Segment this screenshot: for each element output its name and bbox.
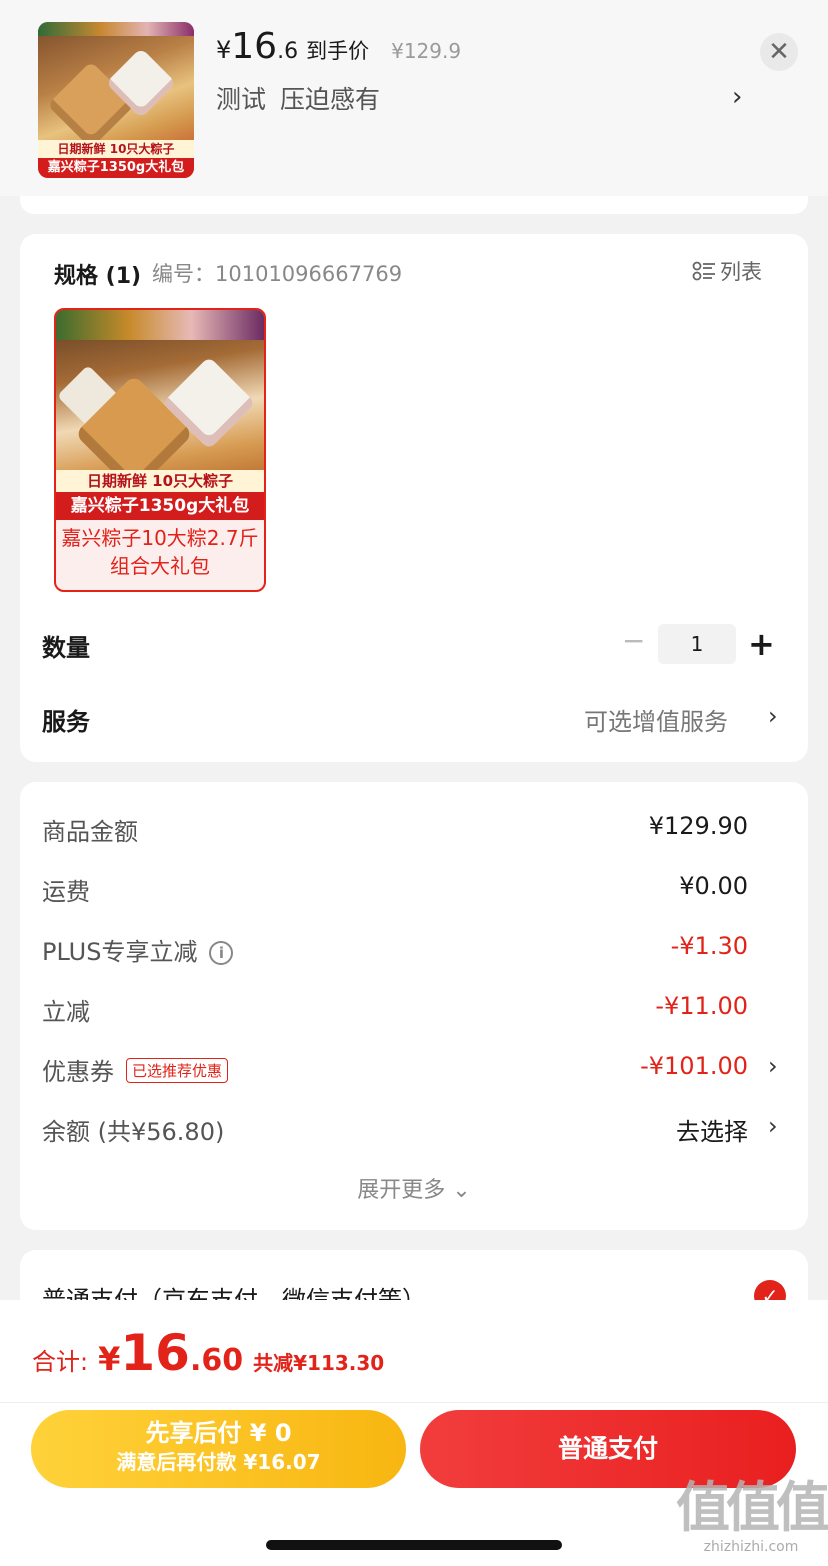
coupon-text: 优惠券 bbox=[42, 1058, 114, 1086]
chevron-right-icon[interactable]: › bbox=[732, 82, 742, 112]
plus-discount-label: PLUS专享立减 i bbox=[42, 932, 234, 967]
row-plus-discount: PLUS专享立减 i -¥1.30 bbox=[20, 928, 808, 968]
shipping-label: 运费 bbox=[42, 878, 90, 906]
spec-card: 规格 (1) 编号：10101096667769 列表 日期新鲜 10只大粽子 … bbox=[20, 234, 808, 762]
balance-select[interactable]: 去选择 bbox=[676, 1112, 748, 1147]
close-button[interactable]: ✕ bbox=[760, 33, 798, 71]
watermark-url: zhizhizhi.com bbox=[703, 1539, 799, 1555]
variant-image: 日期新鲜 10只大粽子 嘉兴粽子1350g大礼包 bbox=[56, 310, 264, 520]
list-toggle-label: 列表 bbox=[720, 260, 762, 284]
spec-title: 规格 (1) bbox=[54, 264, 142, 289]
variant-caption-1: 日期新鲜 10只大粽子 bbox=[56, 470, 264, 492]
service-selector[interactable]: 可选增值服务 bbox=[584, 702, 728, 737]
total-label: 合计: bbox=[32, 1348, 89, 1376]
price-integer: 16 bbox=[231, 26, 278, 67]
goods-amount-value: ¥129.90 bbox=[648, 812, 748, 840]
watermark: 值值值 zhizhizhi.com bbox=[676, 1476, 828, 1556]
plus-discount-value: -¥1.30 bbox=[670, 932, 748, 960]
total-integer: 16 bbox=[120, 1324, 190, 1382]
service-label: 服务 bbox=[42, 708, 90, 736]
total-saved: 共减¥113.30 bbox=[253, 1351, 385, 1375]
thumbnail-caption-1: 日期新鲜 10只大粽子 bbox=[38, 140, 194, 158]
chevron-right-icon[interactable]: › bbox=[768, 702, 778, 730]
divider bbox=[0, 1402, 828, 1403]
row-goods-amount: 商品金额 ¥129.90 bbox=[20, 808, 808, 848]
row-coupon[interactable]: 优惠券 已选推荐优惠 -¥101.00 › bbox=[20, 1048, 808, 1088]
product-header: 日期新鲜 10只大粽子 嘉兴粽子1350g大礼包 ¥16.6 到手价 ¥129.9 … bbox=[0, 0, 828, 196]
final-price: ¥16.6 到手价 ¥129.9 bbox=[216, 26, 461, 70]
checkout-footer: 合计: ¥16.60 共减¥113.30 先享后付 ¥ 0 满意后再付款 ¥16.0… bbox=[0, 1300, 828, 1566]
pay-later-line-2: 满意后再付款 ¥16.07 bbox=[116, 1450, 321, 1474]
product-thumbnail: 日期新鲜 10只大粽子 嘉兴粽子1350g大礼包 bbox=[38, 22, 194, 178]
quantity-label: 数量 bbox=[42, 634, 90, 662]
list-icon bbox=[692, 261, 715, 281]
goods-amount-label: 商品金额 bbox=[42, 818, 138, 846]
price-label: 到手价 bbox=[306, 39, 370, 63]
instant-discount-value: -¥11.00 bbox=[655, 992, 748, 1020]
list-view-toggle[interactable]: 列表 bbox=[692, 256, 762, 286]
coupon-label: 优惠券 已选推荐优惠 bbox=[42, 1052, 229, 1087]
info-icon[interactable]: i bbox=[209, 941, 234, 965]
home-indicator[interactable] bbox=[266, 1540, 562, 1550]
thumbnail-band bbox=[38, 22, 194, 36]
variant-image-band bbox=[56, 310, 264, 340]
selected-sku[interactable]: 测试 压迫感有 bbox=[216, 80, 380, 116]
original-price: ¥129.9 bbox=[391, 39, 462, 63]
pay-later-line-1: 先享后付 ¥ 0 bbox=[145, 1419, 292, 1447]
watermark-mark: 值值值 bbox=[676, 1476, 828, 1539]
row-balance[interactable]: 余额 (共¥56.80) 去选择 › bbox=[20, 1108, 808, 1148]
price-summary-card: 商品金额 ¥129.90 运费 ¥0.00 PLUS专享立减 i -¥1.30 立… bbox=[20, 782, 808, 1230]
previous-card-edge bbox=[20, 196, 808, 214]
coupon-recommended-tag: 已选推荐优惠 bbox=[126, 1058, 229, 1083]
row-instant-discount: 立减 -¥11.00 bbox=[20, 988, 808, 1028]
expand-more-button[interactable]: 展开更多 ⌄ bbox=[20, 1172, 808, 1204]
coupon-value: -¥101.00 bbox=[640, 1052, 748, 1080]
total-amount: 合计: ¥16.60 共减¥113.30 bbox=[32, 1324, 384, 1382]
shipping-value: ¥0.00 bbox=[679, 872, 748, 900]
variant-name: 嘉兴粽子10大粽2.7斤组合大礼包 bbox=[61, 526, 259, 578]
product-number: 编号：10101096667769 bbox=[152, 262, 403, 286]
quantity-decrease-button[interactable]: − bbox=[622, 624, 645, 657]
thumbnail-caption-2: 嘉兴粽子1350g大礼包 bbox=[38, 158, 194, 178]
plus-discount-text: PLUS专享立减 bbox=[42, 938, 198, 966]
pay-later-button[interactable]: 先享后付 ¥ 0 满意后再付款 ¥16.07 bbox=[31, 1410, 406, 1488]
balance-label: 余额 (共¥56.80) bbox=[42, 1118, 225, 1146]
price-decimal: .6 bbox=[277, 39, 299, 64]
quantity-input[interactable]: 1 bbox=[658, 624, 736, 664]
row-shipping: 运费 ¥0.00 bbox=[20, 868, 808, 908]
sku-part-2: 压迫感有 bbox=[280, 85, 381, 114]
sku-part-1: 测试 bbox=[216, 85, 267, 114]
variant-caption-2: 嘉兴粽子1350g大礼包 bbox=[56, 492, 264, 520]
quantity-increase-button[interactable]: + bbox=[748, 624, 775, 664]
price-symbol: ¥ bbox=[216, 36, 232, 64]
total-symbol: ¥ bbox=[98, 1340, 121, 1378]
chevron-right-icon[interactable]: › bbox=[768, 1112, 778, 1140]
variant-option-selected[interactable]: 日期新鲜 10只大粽子 嘉兴粽子1350g大礼包 嘉兴粽子10大粽2.7斤组合大… bbox=[54, 308, 266, 592]
chevron-right-icon[interactable]: › bbox=[768, 1052, 778, 1080]
total-decimal: .60 bbox=[189, 1343, 244, 1378]
instant-discount-label: 立减 bbox=[42, 998, 90, 1026]
